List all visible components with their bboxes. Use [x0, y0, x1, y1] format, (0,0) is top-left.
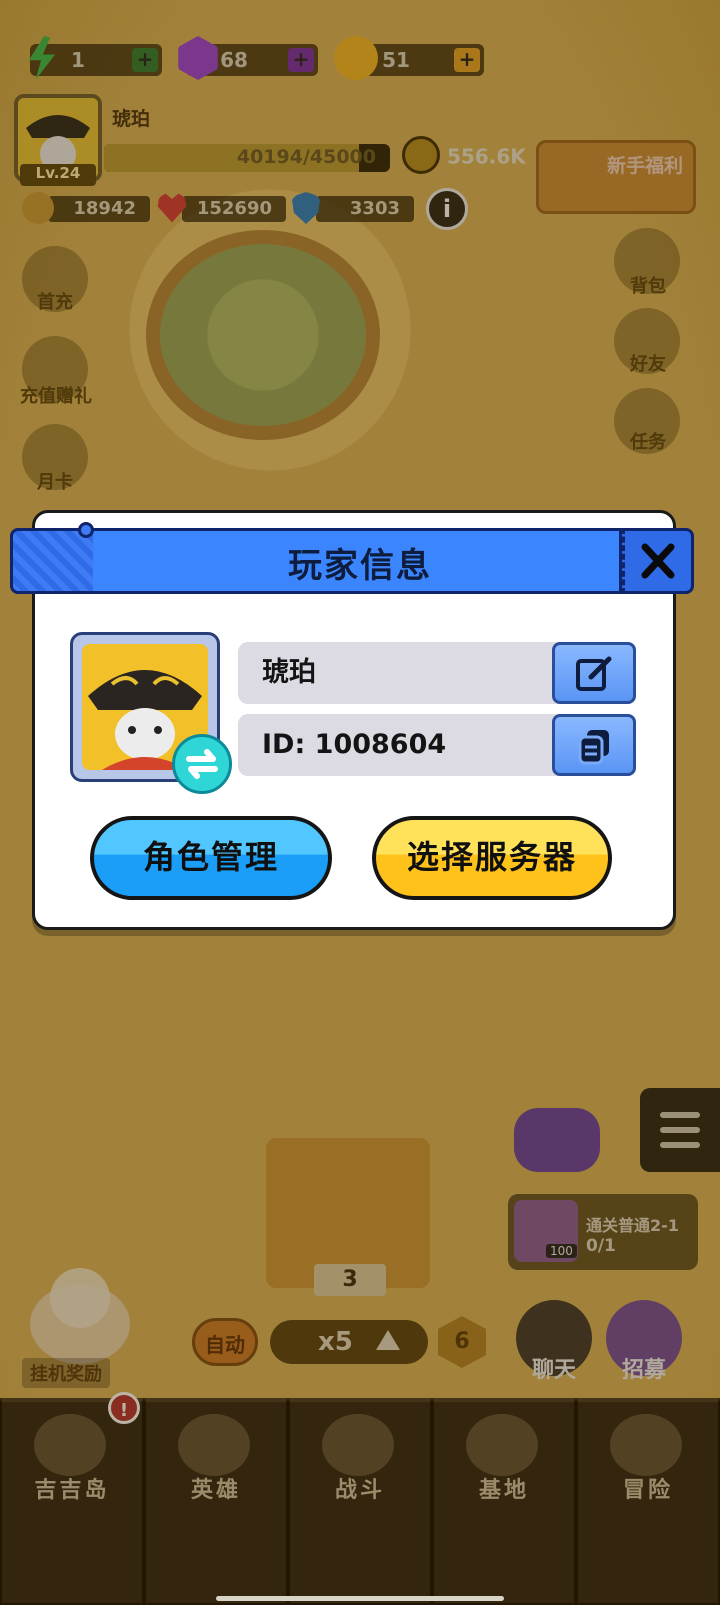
dialog-title: 玩家信息	[288, 546, 432, 586]
swap-avatar-button[interactable]	[172, 734, 232, 794]
player-name-field: 琥珀	[238, 642, 578, 704]
select-server-button[interactable]: 选择服务器	[372, 816, 612, 900]
player-id-field: ID: 1008604	[238, 714, 578, 776]
edit-name-button[interactable]	[552, 642, 636, 704]
close-icon	[641, 543, 675, 579]
edit-pencil-icon	[576, 656, 612, 691]
home-indicator[interactable]	[216, 1596, 504, 1601]
copy-id-button[interactable]	[552, 714, 636, 776]
swap-arrows-icon	[186, 749, 218, 779]
role-management-button[interactable]: 角色管理	[90, 816, 332, 900]
close-button[interactable]	[622, 528, 694, 594]
header-dot-decoration	[78, 522, 94, 538]
copy-icon	[578, 730, 609, 765]
